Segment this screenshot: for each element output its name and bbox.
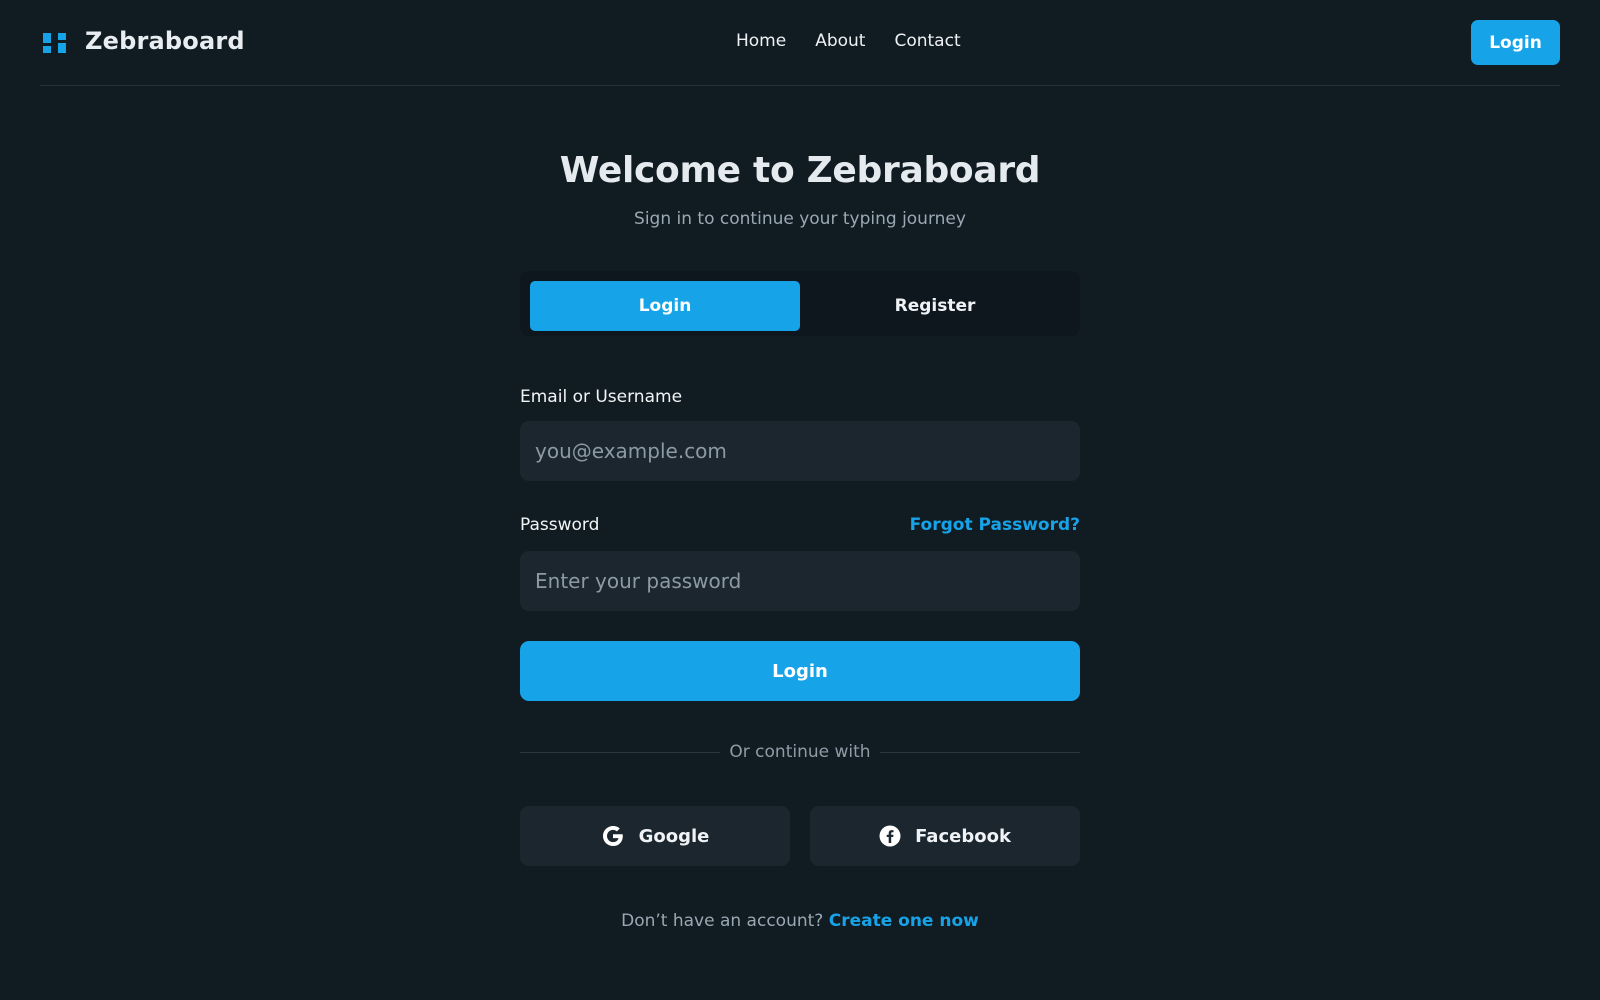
nav-link-about[interactable]: About (815, 31, 865, 51)
brand[interactable]: Zebraboard (43, 27, 245, 55)
signup-prompt: Don’t have an account? Create one now (0, 911, 1600, 931)
email-label: Email or Username (520, 387, 683, 407)
divider-line-right (880, 752, 1080, 753)
navbar: Zebraboard Home About Contact Login (40, 0, 1560, 86)
password-label: Password (520, 515, 600, 535)
tab-register[interactable]: Register (800, 281, 1070, 331)
page-subtitle: Sign in to continue your typing journey (634, 209, 966, 229)
header-login-button[interactable]: Login (1471, 20, 1560, 65)
facebook-icon (879, 825, 901, 847)
main-nav: Home About Contact (736, 31, 961, 51)
google-login-button[interactable]: Google (520, 806, 790, 866)
create-account-link[interactable]: Create one now (829, 911, 979, 931)
zebraboard-logo-icon (43, 29, 67, 53)
page-title: Welcome to Zebraboard (559, 150, 1041, 191)
google-icon (601, 824, 625, 848)
login-submit-button[interactable]: Login (520, 641, 1080, 701)
tab-login[interactable]: Login (530, 281, 800, 331)
signup-prompt-text: Don’t have an account? (621, 911, 824, 931)
facebook-login-button[interactable]: Facebook (810, 806, 1080, 866)
google-label: Google (638, 825, 710, 847)
forgot-password-link[interactable]: Forgot Password? (880, 515, 1080, 535)
brand-name: Zebraboard (85, 27, 245, 55)
nav-link-home[interactable]: Home (736, 31, 786, 51)
social-divider: Or continue with (520, 740, 1080, 768)
password-field[interactable] (520, 551, 1080, 611)
auth-tabs: Login Register (520, 271, 1080, 336)
email-field[interactable] (520, 421, 1080, 481)
nav-link-contact[interactable]: Contact (894, 31, 960, 51)
facebook-label: Facebook (915, 825, 1011, 847)
